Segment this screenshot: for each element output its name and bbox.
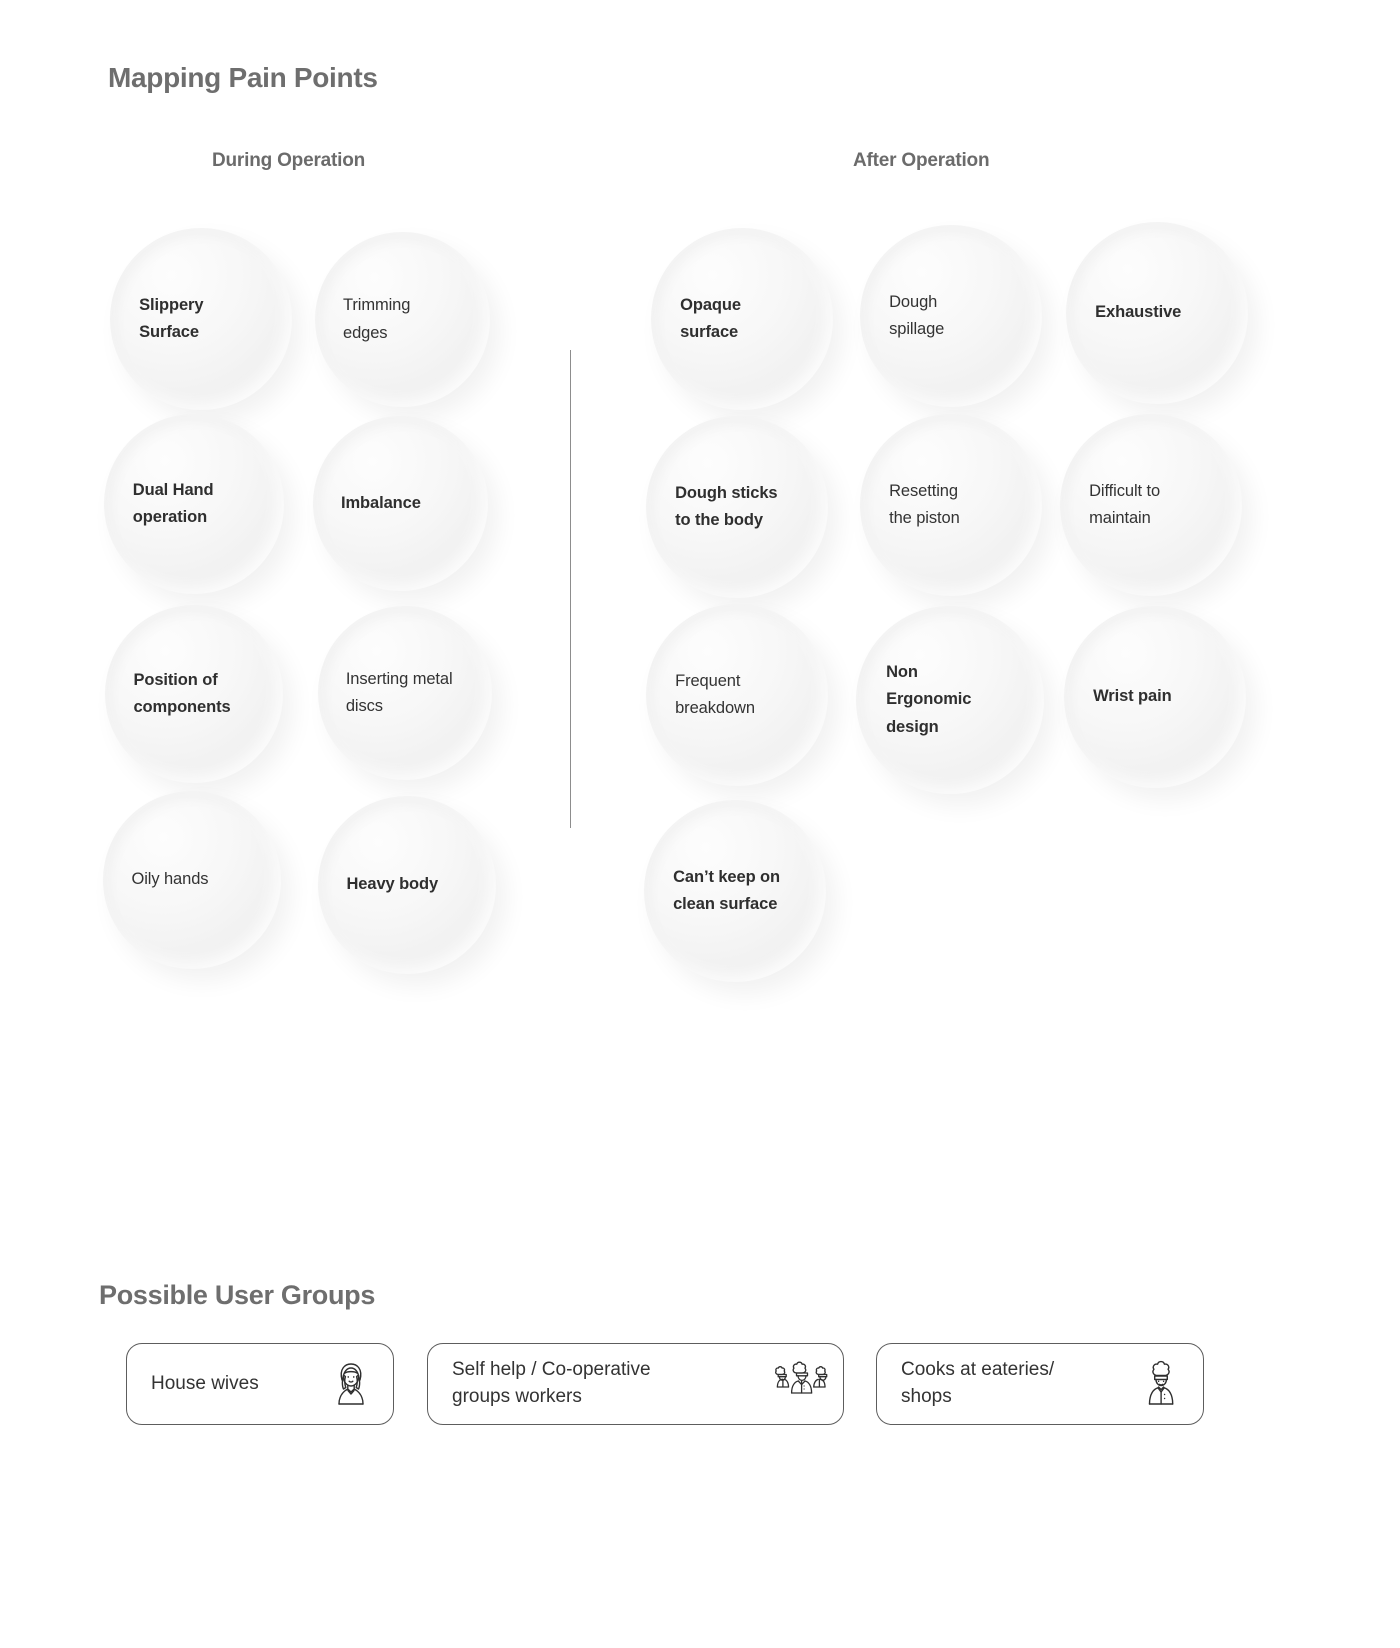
pain-point-label: Difficult to maintain xyxy=(1060,478,1242,532)
pain-point-bubble: Frequent breakdown xyxy=(646,604,828,786)
pain-point-label: Dual Hand operation xyxy=(104,477,284,531)
pain-point-bubble: Difficult to maintain xyxy=(1060,414,1242,596)
pain-point-bubble: Resetting the piston xyxy=(860,414,1042,596)
pain-point-label: Wrist pain xyxy=(1064,683,1246,710)
pain-point-bubble: Non Ergonomic design xyxy=(856,606,1044,794)
pain-point-label: Inserting metal discs xyxy=(318,666,492,720)
pain-point-bubble: Heavy body xyxy=(318,796,496,974)
pain-point-label: Position of components xyxy=(105,667,283,721)
pain-point-label: Resetting the piston xyxy=(860,478,1042,532)
pain-point-bubble: Position of components xyxy=(105,605,283,783)
woman-icon xyxy=(329,1360,373,1408)
pain-point-label: Exhaustive xyxy=(1066,299,1248,326)
pain-point-label: Dough sticks to the body xyxy=(646,480,828,534)
user-group-card[interactable]: House wives xyxy=(126,1343,394,1425)
pain-point-label: Non Ergonomic design xyxy=(856,659,1044,741)
user-group-label: Cooks at eateries/ shops xyxy=(901,1357,1054,1411)
pain-point-bubble: Exhaustive xyxy=(1066,222,1248,404)
column-heading-after-operation: After Operation xyxy=(853,150,989,172)
user-group-card[interactable]: Cooks at eateries/ shops xyxy=(876,1343,1204,1425)
pain-point-label: Slippery Surface xyxy=(110,292,292,346)
pain-point-bubble: Dough sticks to the body xyxy=(646,416,828,598)
pain-point-bubble: Dough spillage xyxy=(860,225,1042,407)
pain-point-label: Dough spillage xyxy=(860,289,1042,343)
user-group-card[interactable]: Self help / Co-operative groups workers xyxy=(427,1343,844,1425)
user-group-label: House wives xyxy=(151,1371,259,1398)
group-of-chefs-icon xyxy=(779,1360,823,1408)
pain-point-bubble: Inserting metal discs xyxy=(318,606,492,780)
user-groups-title: Possible User Groups xyxy=(99,1280,375,1311)
column-heading-during-operation: During Operation xyxy=(212,150,365,172)
page-title: Mapping Pain Points xyxy=(108,62,378,94)
pain-point-label: Oily hands xyxy=(103,866,281,893)
user-group-label: Self help / Co-operative groups workers xyxy=(452,1357,651,1411)
pain-point-bubble: Oily hands xyxy=(103,791,281,969)
pain-point-label: Trimming edges xyxy=(315,292,490,346)
pain-point-label: Frequent breakdown xyxy=(646,668,828,722)
pain-point-label: Heavy body xyxy=(318,871,496,898)
pain-point-bubble: Trimming edges xyxy=(315,232,490,407)
section-divider xyxy=(570,350,571,828)
pain-point-bubble: Imbalance xyxy=(313,416,488,591)
pain-point-label: Imbalance xyxy=(313,490,488,517)
pain-point-bubble: Slippery Surface xyxy=(110,228,292,410)
pain-point-bubble: Dual Hand operation xyxy=(104,414,284,594)
pain-point-bubble: Wrist pain xyxy=(1064,606,1246,788)
pain-point-label: Opaque surface xyxy=(651,292,833,346)
pain-point-bubble: Can’t keep on clean surface xyxy=(644,800,826,982)
chef-icon xyxy=(1139,1360,1183,1408)
pain-point-bubble: Opaque surface xyxy=(651,228,833,410)
pain-point-label: Can’t keep on clean surface xyxy=(644,864,826,918)
